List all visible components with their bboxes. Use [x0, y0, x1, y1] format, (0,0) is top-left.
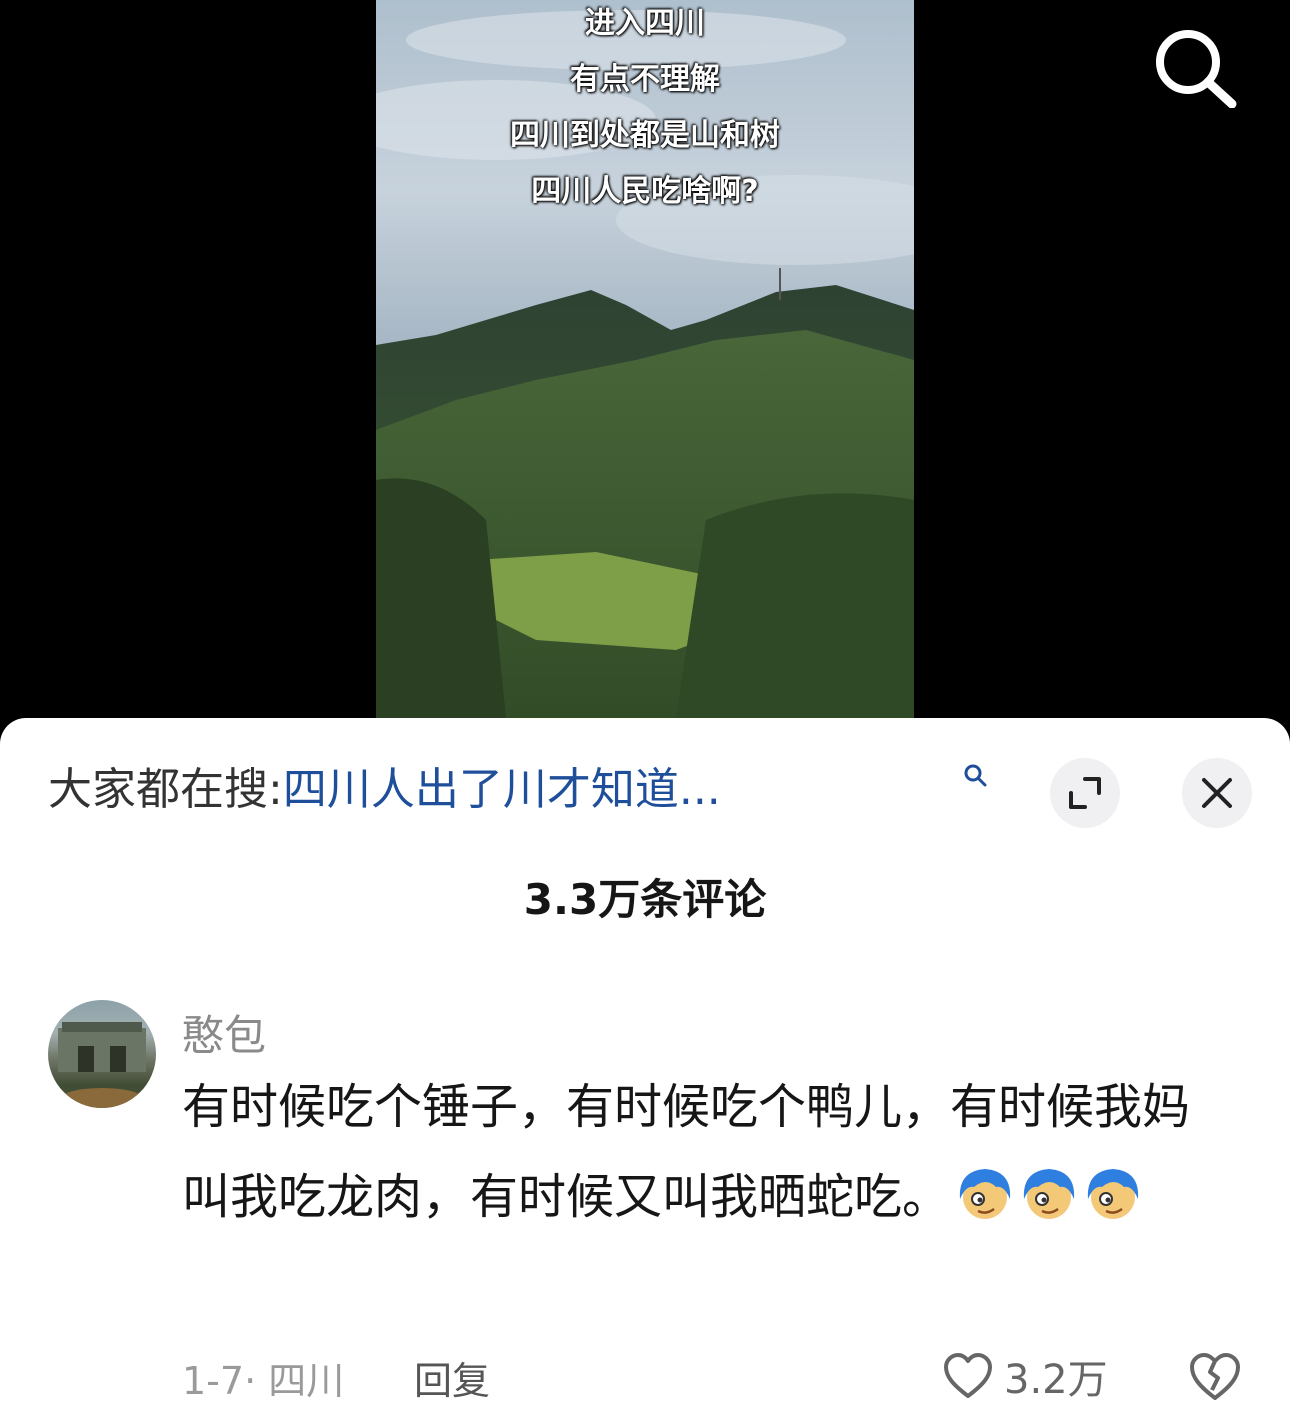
small-search-icon: [964, 764, 987, 787]
meta-separator: ·: [244, 1359, 269, 1403]
close-button[interactable]: [1182, 758, 1252, 828]
reply-button[interactable]: 回复: [414, 1350, 490, 1405]
avatar-image: [58, 1022, 146, 1108]
avatar[interactable]: [48, 1000, 156, 1108]
search-icon: [1156, 30, 1237, 109]
comment-username[interactable]: 憨包: [182, 1002, 266, 1063]
blue-hair-face-emoji: [1023, 1169, 1075, 1219]
close-icon: [1202, 778, 1232, 808]
search-button[interactable]: [1150, 28, 1240, 109]
hot-search-query[interactable]: 四川人出了川才知道...: [283, 764, 721, 815]
broken-heart-icon[interactable]: [1188, 1350, 1242, 1404]
comments-sheet: 大家都在搜:四川人出了川才知道... 3.3万条评论 憨包 有时候吃个锤子，有时…: [0, 718, 1290, 1425]
comment-date: 1-7: [182, 1359, 245, 1403]
caption-line: 四川到处都是山和树: [510, 118, 780, 153]
hot-search-bar[interactable]: 大家都在搜:四川人出了川才知道...: [48, 758, 721, 822]
caption-line: 进入四川: [585, 6, 705, 41]
video-player[interactable]: 进入四川 有点不理解 四川到处都是山和树 四川人民吃啥啊?: [376, 0, 914, 718]
expand-button[interactable]: [1050, 758, 1120, 828]
expand-icon: [1069, 777, 1101, 809]
hot-search-label: 大家都在搜:: [48, 764, 283, 815]
comment-location: 四川: [268, 1359, 345, 1403]
caption-line: 有点不理解: [570, 62, 720, 97]
comment-count: 3.3万条评论: [523, 875, 767, 924]
caption-line: 四川人民吃啥啊?: [531, 174, 759, 209]
like-button[interactable]: 3.2万: [942, 1348, 1108, 1404]
comment-text: 有时候吃个锤子，有时候吃个鸭儿，有时候我妈叫我吃龙肉，有时候又叫我晒蛇吃。: [182, 1062, 1222, 1242]
video-caption: 进入四川 有点不理解 四川到处都是山和树 四川人民吃啥啊?: [376, 0, 914, 220]
blue-hair-face-emoji: [1087, 1169, 1139, 1219]
heart-icon: [944, 1353, 992, 1398]
like-count: 3.2万: [1004, 1357, 1108, 1403]
comment-meta: 1-7· 四川: [182, 1350, 344, 1405]
blue-hair-face-emoji: [959, 1169, 1011, 1219]
